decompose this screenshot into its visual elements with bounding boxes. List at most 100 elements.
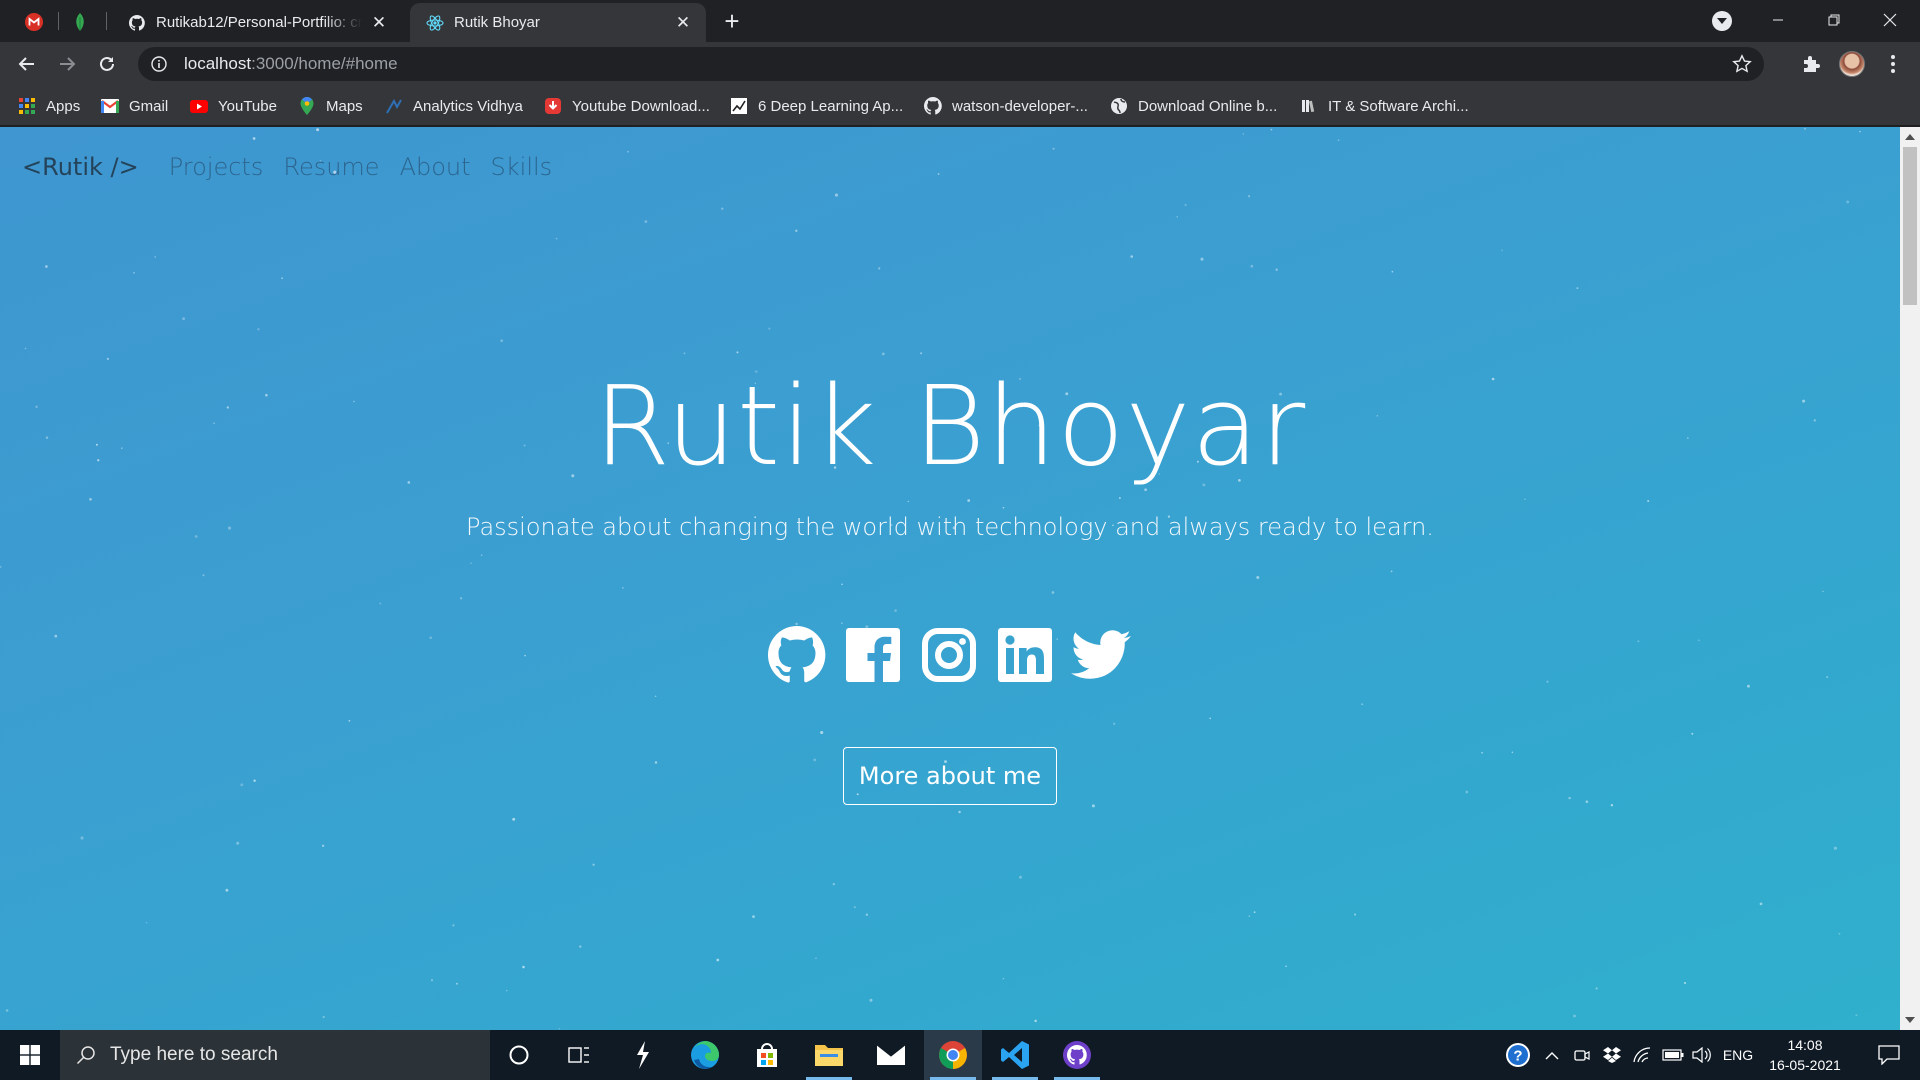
scroll-up-arrow-icon[interactable] [1905,134,1915,140]
tab-rutik-bhoyar[interactable]: Rutik Bhoyar ✕ [410,3,706,42]
close-icon[interactable]: ✕ [674,13,692,32]
restore-button[interactable] [1806,0,1862,40]
bookmark-youtube-download[interactable]: Youtube Download... [544,94,710,118]
taskbar-app-edge[interactable] [676,1030,734,1080]
address-bar[interactable]: localhost:3000/home/#home [138,47,1764,81]
bookmark-label: Gmail [129,97,169,115]
github-icon [768,626,826,683]
bookmark-maps[interactable]: Maps [298,94,363,118]
site-brand-link[interactable]: <Rutik /> [22,153,139,181]
start-button[interactable] [0,1030,60,1080]
nav-link-resume[interactable]: Resume [283,153,379,181]
meet-now-tray-button[interactable] [1570,1030,1594,1080]
extensions-button[interactable] [1795,48,1827,80]
pinned-tab-gmail[interactable] [16,6,52,38]
bookmark-deep-learning[interactable]: 6 Deep Learning Ap... [730,94,903,118]
tab-github-repo[interactable]: Rutikab12/Personal-Portfilio: create ✕ [112,3,402,42]
social-links [766,624,1146,686]
pinned-tab-leaf[interactable] [62,6,98,38]
close-icon[interactable]: ✕ [370,13,388,32]
minimize-button[interactable] [1750,0,1806,40]
show-hidden-icons-button[interactable] [1540,1030,1564,1080]
taskbar-app-github-desktop[interactable] [1048,1030,1106,1080]
language-indicator[interactable]: ENG [1718,1030,1758,1080]
hero-name: Rutik Bhoyar [593,362,1307,490]
cortana-icon [509,1045,529,1065]
instagram-link[interactable] [918,624,980,686]
leaf-icon [76,13,84,31]
star-dot [1285,965,1287,968]
back-button[interactable] [11,48,43,80]
github-icon [924,97,942,115]
taskbar-app-mail[interactable] [862,1030,920,1080]
bookmark-star-icon[interactable] [1732,54,1752,74]
taskbar-app-file-explorer[interactable] [800,1030,858,1080]
linkedin-link[interactable] [994,624,1056,686]
nav-link-projects[interactable]: Projects [169,153,264,181]
dropbox-icon [1603,1047,1621,1063]
tab-search-button[interactable] [1712,11,1732,31]
star-dot [1747,684,1750,688]
star-dot [459,597,463,600]
bookmark-analytics-vidhya[interactable]: Analytics Vidhya [385,94,523,118]
taskbar-app-vscode[interactable] [986,1030,1044,1080]
tab-strip: Rutikab12/Personal-Portfilio: create ✕ R… [0,0,1920,42]
bookmark-youtube[interactable]: YouTube [190,94,277,118]
youtube-icon [190,97,208,115]
bookmark-label: Download Online b... [1138,97,1278,115]
github-link[interactable] [766,624,828,686]
star-dot [54,634,58,638]
star-dot [240,783,244,787]
star-dot [5,1009,9,1012]
action-center-button[interactable] [1864,1030,1914,1080]
page-scrollbar[interactable] [1900,127,1920,1030]
network-tray-button[interactable] [1630,1030,1654,1080]
star-dot [1804,127,1806,130]
bookmark-apps[interactable]: Apps [18,94,80,118]
new-tab-button[interactable]: + [718,6,746,36]
star-dot [853,906,856,909]
star-dot [1759,902,1763,906]
book-icon [1300,97,1318,115]
nav-link-skills[interactable]: Skills [491,153,553,181]
volume-tray-button[interactable] [1690,1030,1714,1080]
star-dot [480,554,483,556]
help-tray-button[interactable]: ? [1502,1030,1534,1080]
star-dot [225,888,229,892]
task-view-button[interactable] [550,1030,608,1080]
bookmark-watson[interactable]: watson-developer-... [924,94,1088,118]
maps-icon [298,97,316,115]
battery-tray-button[interactable] [1660,1030,1686,1080]
forward-button[interactable] [51,48,83,80]
info-icon[interactable] [150,55,168,73]
lightning-app-icon [637,1041,649,1069]
star-dot [1118,497,1121,499]
bookmark-it-software[interactable]: IT & Software Archi... [1300,94,1469,118]
star-dot [736,351,739,354]
scrollbar-thumb[interactable] [1903,147,1917,305]
star-dot [452,924,455,927]
close-window-button[interactable] [1862,0,1918,40]
taskbar-search-box[interactable]: Type here to search [60,1030,490,1080]
nav-link-about[interactable]: About [400,153,471,181]
dropbox-tray-button[interactable] [1600,1030,1624,1080]
bookmark-gmail[interactable]: Gmail [101,94,168,118]
star-dot [455,982,458,985]
reload-button[interactable] [91,48,123,80]
taskbar-app-lightning[interactable] [614,1030,672,1080]
bookmark-download-online[interactable]: Download Online b... [1110,94,1277,118]
twitter-link[interactable] [1070,624,1132,686]
browser-menu-button[interactable] [1877,48,1909,80]
profile-button[interactable] [1836,48,1868,80]
taskbar-app-chrome[interactable] [924,1030,982,1080]
scroll-down-arrow-icon[interactable] [1905,1017,1915,1023]
star-dot [937,173,940,175]
star-dot [815,957,817,960]
facebook-link[interactable] [842,624,904,686]
gmail-icon [101,97,119,115]
star-dot [1481,751,1483,754]
taskbar-app-store[interactable] [738,1030,796,1080]
taskbar-clock[interactable]: 14:08 16-05-2021 [1762,1035,1848,1075]
more-about-me-button[interactable]: More about me [843,747,1057,805]
cortana-button[interactable] [490,1030,548,1080]
